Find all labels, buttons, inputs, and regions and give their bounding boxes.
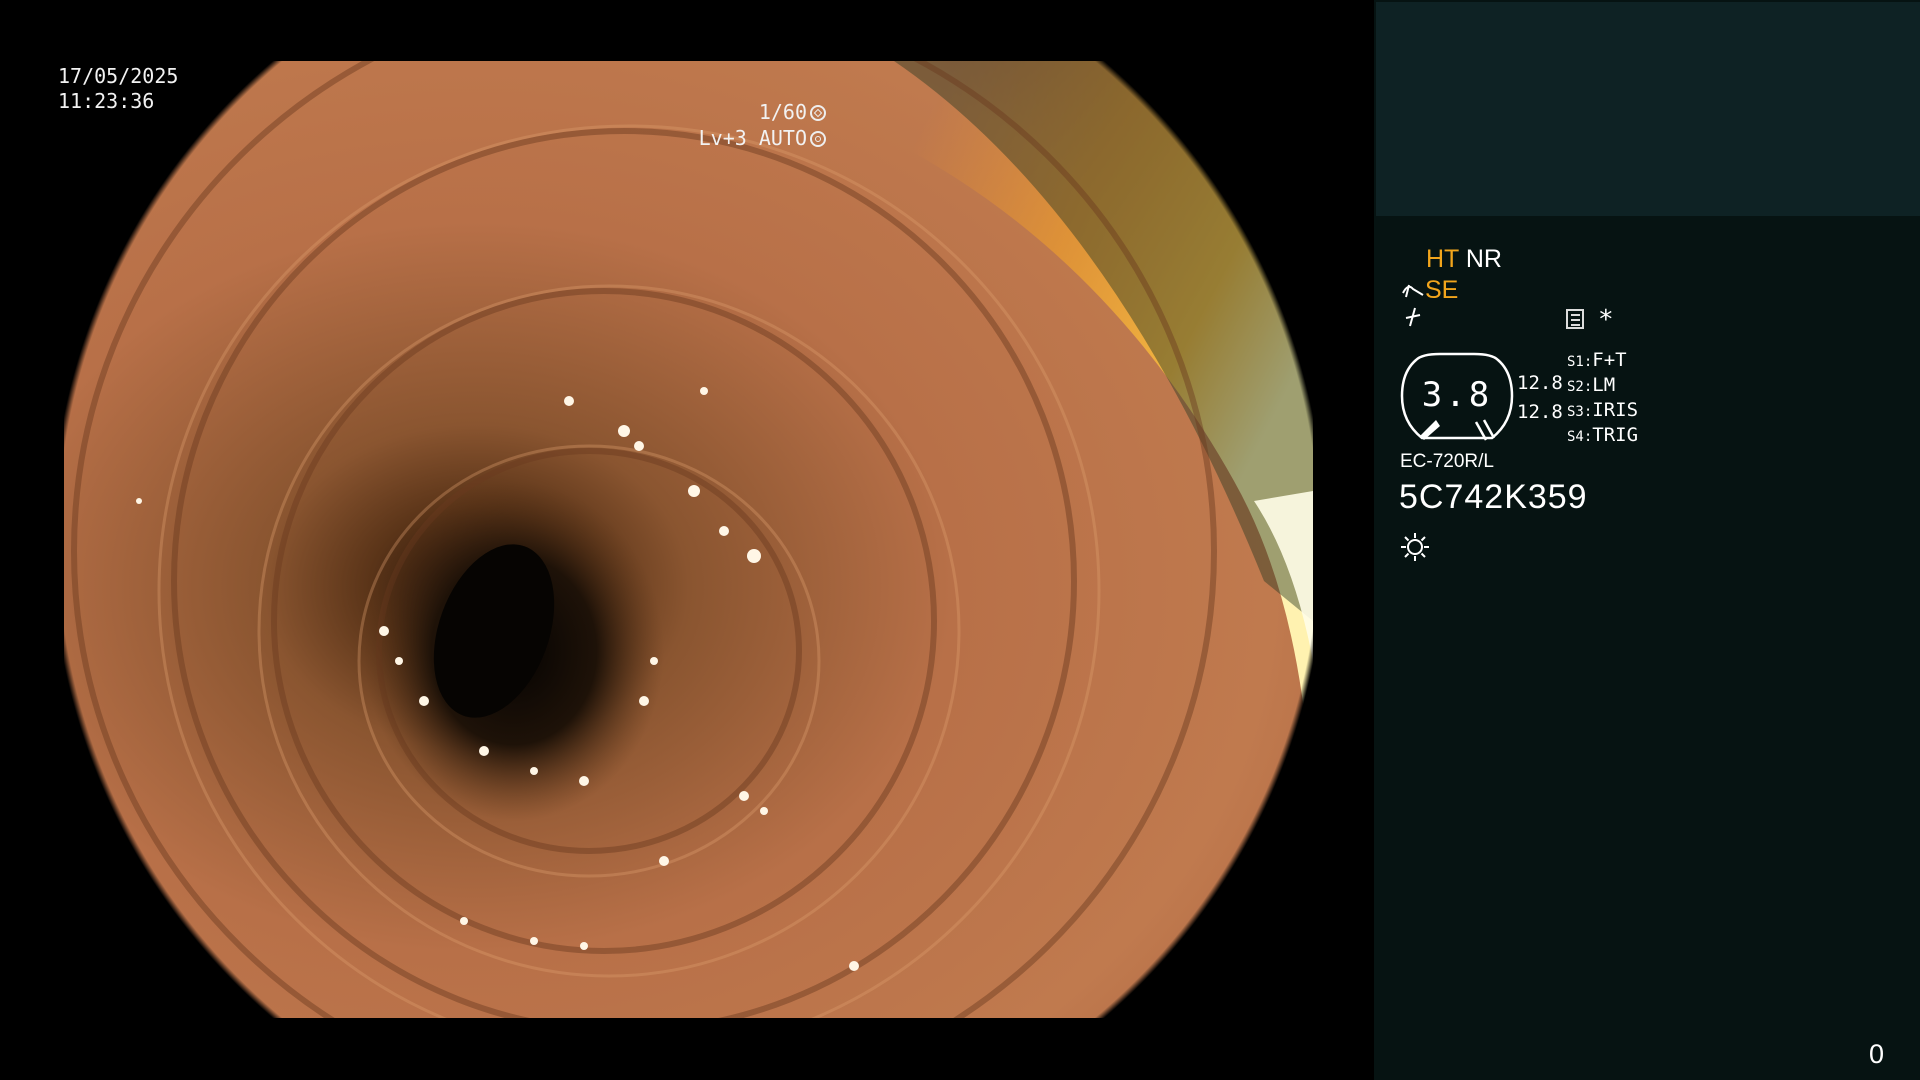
switch-1: S1:F+T <box>1567 348 1627 374</box>
status-panel <box>1374 0 1920 1080</box>
light-source-icon <box>1401 533 1429 561</box>
patient-info-area <box>1376 2 1920 216</box>
dial-value: 3.8 <box>1421 375 1493 415</box>
shutter-speed-text: 1/60 <box>758 100 807 124</box>
image-area: 17/05/2025 11:23:36 1/60 Lv+3 AUTO <box>0 0 1374 1080</box>
enhance-icon <box>1405 307 1421 327</box>
endoscope-view <box>64 61 1313 1018</box>
level-text: Lv+3 AUTO <box>698 126 807 150</box>
mode-row-se: SE <box>1401 276 1458 304</box>
switch-3-label: IRIS <box>1592 399 1639 421</box>
switch-4-key: S4: <box>1567 429 1593 445</box>
image-counter: 0 <box>1868 1039 1884 1069</box>
bending-icon <box>1402 285 1424 298</box>
switch-4-label: TRIG <box>1592 424 1639 446</box>
datetime-display: 17/05/2025 11:23:36 <box>58 64 178 114</box>
auto-iris-icon <box>810 130 826 147</box>
star-indicator: * <box>1598 305 1614 335</box>
switch-3: S3:IRIS <box>1567 398 1638 424</box>
menu-icon <box>1566 309 1584 329</box>
endoscope-image <box>64 61 1313 1018</box>
exposure-display: 1/60 Lv+3 AUTO <box>699 99 826 151</box>
switch-2-key: S2: <box>1567 379 1593 395</box>
switch-1-label: F+T <box>1592 349 1627 371</box>
switch-1-key: S1: <box>1567 354 1593 370</box>
value-a: 12.8 <box>1517 372 1563 394</box>
scope-serial: 5C742K359 <box>1399 478 1588 516</box>
switch-2: S2:LM <box>1567 373 1615 399</box>
value-b: 12.8 <box>1517 401 1563 423</box>
mode-ht: HT <box>1426 245 1459 273</box>
mode-row-ht-nr: HT NR <box>1426 245 1502 273</box>
mode-se: SE <box>1425 276 1459 304</box>
mode-nr: NR <box>1465 245 1502 273</box>
time-text: 11:23:36 <box>58 89 155 113</box>
switch-2-label: LM <box>1592 374 1616 396</box>
aperture-icon <box>810 104 826 121</box>
switch-4: S4:TRIG <box>1567 423 1638 449</box>
scope-model: EC-720R/L <box>1400 451 1494 472</box>
date-text: 17/05/2025 <box>58 64 179 88</box>
switch-3-key: S3: <box>1567 404 1593 420</box>
